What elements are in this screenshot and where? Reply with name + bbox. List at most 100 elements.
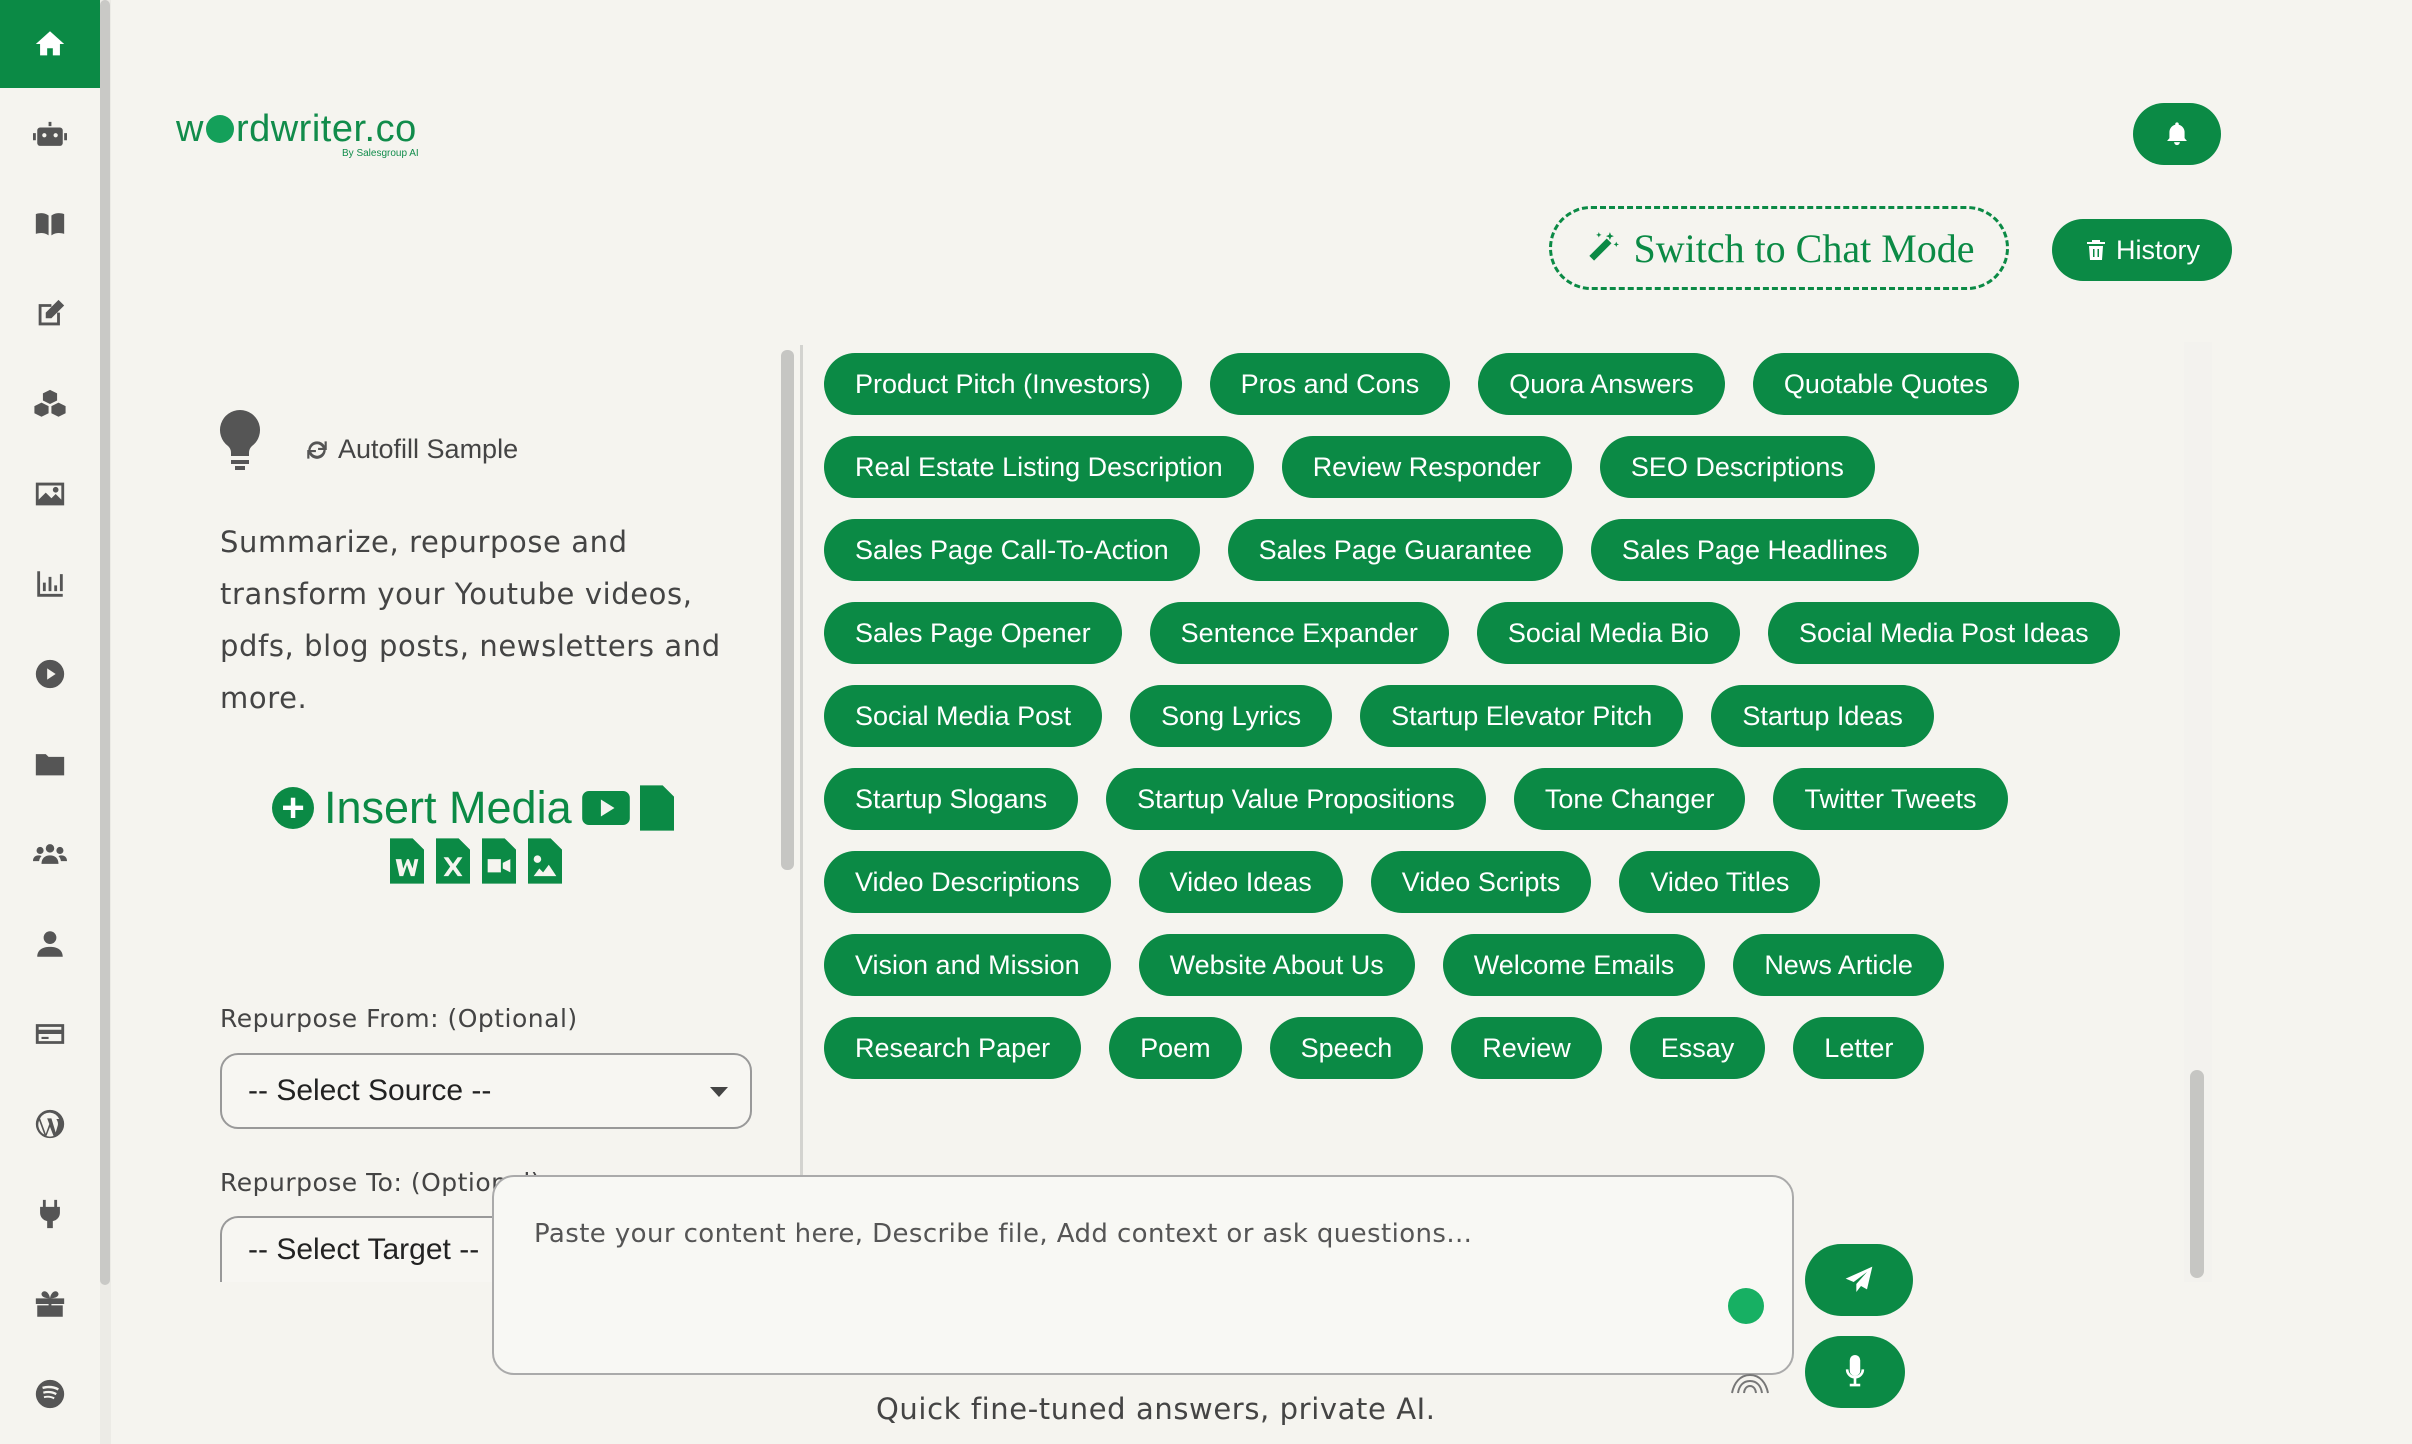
- sidebar-item-integrations[interactable]: [0, 1170, 100, 1258]
- spotify-icon: [35, 1379, 65, 1409]
- sidebar-item-spotify[interactable]: [0, 1350, 100, 1438]
- word-file-icon[interactable]: [390, 838, 424, 884]
- template-tag[interactable]: Essay: [1629, 1017, 1766, 1079]
- image-file-icon[interactable]: [528, 838, 562, 884]
- repurpose-from-value: -- Select Source --: [248, 1074, 492, 1107]
- template-tag[interactable]: Startup Slogans: [824, 768, 1079, 830]
- autofill-label: Autofill Sample: [338, 434, 519, 464]
- sidebar-item-wordpress[interactable]: [0, 1080, 100, 1168]
- users-icon: [33, 844, 67, 864]
- sidebar-item-images[interactable]: [0, 450, 100, 538]
- template-tag[interactable]: SEO Descriptions: [1599, 436, 1875, 498]
- assistant-bot-icon[interactable]: [1728, 1288, 1764, 1324]
- template-tag[interactable]: Welcome Emails: [1442, 934, 1706, 996]
- tag-row: Vision and Mission Website About Us Welcom…: [824, 934, 1944, 996]
- template-tag[interactable]: Review: [1451, 1017, 1602, 1079]
- insert-media-button[interactable]: + Insert Media: [272, 782, 674, 834]
- autofill-sample-button[interactable]: Autofill Sample: [304, 434, 518, 465]
- template-tag[interactable]: Startup Value Propositions: [1106, 768, 1486, 830]
- cubes-icon: [34, 389, 66, 417]
- microphone-icon: [1845, 1355, 1865, 1387]
- tag-row: Sales Page Opener Sentence Expander Social…: [824, 602, 2120, 664]
- sidebar-item-library[interactable]: [0, 180, 100, 268]
- template-tag[interactable]: Startup Elevator Pitch: [1360, 685, 1684, 747]
- credit-card-icon: [35, 1024, 65, 1044]
- home-icon: [35, 31, 65, 56]
- left-panel-scrollbar[interactable]: [781, 350, 794, 870]
- template-tag[interactable]: Poem: [1109, 1017, 1242, 1079]
- sidebar-item-analytics[interactable]: [0, 540, 100, 628]
- notifications-button[interactable]: [2133, 103, 2221, 165]
- template-tag[interactable]: Research Paper: [824, 1017, 1082, 1079]
- template-tag[interactable]: Social Media Post Ideas: [1767, 602, 2120, 664]
- sidebar-item-files[interactable]: [0, 720, 100, 808]
- template-tag[interactable]: Product Pitch (Investors): [824, 353, 1182, 415]
- template-tag[interactable]: Social Media Bio: [1476, 602, 1740, 664]
- sidebar-item-editor[interactable]: [0, 270, 100, 358]
- tag-row: Sales Page Call-To-Action Sales Page Guar…: [824, 519, 1919, 581]
- template-tag[interactable]: Song Lyrics: [1130, 685, 1333, 747]
- tagline: Quick fine-tuned answers, private AI.: [876, 1392, 1436, 1426]
- history-button[interactable]: History: [2052, 219, 2232, 281]
- sidebar-scrollbar[interactable]: [100, 0, 110, 1285]
- template-tag[interactable]: Sales Page Headlines: [1590, 519, 1919, 581]
- repurpose-from-label: Repurpose From: (Optional): [220, 1004, 578, 1033]
- template-tag[interactable]: Tone Changer: [1513, 768, 1746, 830]
- brand-logo[interactable]: w rdwriter.co By Salesgroup AI: [176, 108, 419, 159]
- chart-icon: [37, 571, 63, 597]
- pdf-file-icon: [639, 785, 674, 831]
- fingerprint-icon[interactable]: [1728, 1363, 1772, 1397]
- template-tag[interactable]: Social Media Post: [824, 685, 1103, 747]
- tag-row: Product Pitch (Investors) Pros and Cons Qu…: [824, 353, 2019, 415]
- switch-to-chat-mode-button[interactable]: Switch to Chat Mode: [1549, 206, 2009, 290]
- sidebar-item-team[interactable]: [0, 810, 100, 898]
- template-tag[interactable]: Startup Ideas: [1711, 685, 1934, 747]
- template-tag[interactable]: Vision and Mission: [824, 934, 1111, 996]
- tag-row: Real Estate Listing Description Review Re…: [824, 436, 1875, 498]
- template-tag[interactable]: Quora Answers: [1478, 353, 1725, 415]
- template-tag[interactable]: Speech: [1269, 1017, 1424, 1079]
- sidebar-item-assistants[interactable]: [0, 92, 100, 180]
- send-button[interactable]: [1805, 1244, 1913, 1316]
- template-tag[interactable]: Pros and Cons: [1209, 353, 1451, 415]
- history-label: History: [2115, 234, 2200, 265]
- sidebar-item-rewards[interactable]: [0, 1260, 100, 1348]
- template-tag[interactable]: Sales Page Guarantee: [1227, 519, 1563, 581]
- tag-list-scrollbar[interactable]: [2190, 1070, 2204, 1278]
- gift-icon: [35, 1291, 65, 1317]
- video-file-icon[interactable]: [482, 838, 516, 884]
- lightbulb-icon: [218, 410, 262, 470]
- repurpose-from-select[interactable]: -- Select Source --: [220, 1053, 752, 1129]
- tag-row: Social Media Post Song Lyrics Startup Elev…: [824, 685, 1934, 747]
- prompt-input[interactable]: Paste your content here, Describe file, …: [492, 1175, 1794, 1375]
- template-tag[interactable]: Sales Page Call-To-Action: [824, 519, 1200, 581]
- template-tag[interactable]: Video Descriptions: [824, 851, 1111, 913]
- template-tag[interactable]: Real Estate Listing Description: [824, 436, 1254, 498]
- plus-circle-icon: +: [272, 787, 314, 829]
- chevron-down-icon: [710, 1087, 728, 1097]
- logo-byline: By Salesgroup AI: [342, 148, 419, 159]
- template-tag[interactable]: Quotable Quotes: [1752, 353, 2019, 415]
- sidebar-item-templates[interactable]: [0, 360, 100, 448]
- template-tag[interactable]: Letter: [1793, 1017, 1925, 1079]
- template-tag[interactable]: Sales Page Opener: [824, 602, 1122, 664]
- sidebar-item-home[interactable]: [0, 0, 100, 88]
- template-tag[interactable]: Video Titles: [1619, 851, 1821, 913]
- bell-icon: [2167, 122, 2187, 146]
- template-tag[interactable]: Sentence Expander: [1149, 602, 1449, 664]
- folder-icon: [35, 754, 65, 776]
- template-tag[interactable]: Website About Us: [1138, 934, 1415, 996]
- template-tag[interactable]: Review Responder: [1281, 436, 1572, 498]
- template-tag[interactable]: News Article: [1733, 934, 1944, 996]
- repurpose-to-value: -- Select Target --: [248, 1233, 480, 1266]
- sidebar-item-videos[interactable]: [0, 630, 100, 718]
- excel-file-icon[interactable]: [436, 838, 470, 884]
- tag-row: Startup Slogans Startup Value Proposition…: [824, 768, 2008, 830]
- template-tag[interactable]: Video Scripts: [1370, 851, 1592, 913]
- sidebar-item-billing[interactable]: [0, 990, 100, 1078]
- template-tag[interactable]: Twitter Tweets: [1773, 768, 2008, 830]
- template-tag[interactable]: Video Ideas: [1138, 851, 1343, 913]
- voice-input-button[interactable]: [1805, 1336, 1905, 1408]
- logo-text-right: rdwriter.co: [235, 108, 417, 150]
- sidebar-item-profile[interactable]: [0, 900, 100, 988]
